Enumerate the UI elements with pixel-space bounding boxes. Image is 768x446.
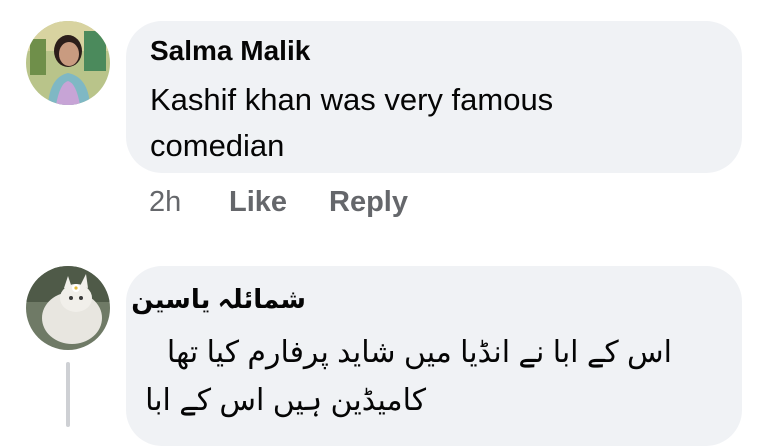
- comment-timestamp[interactable]: 2h: [149, 186, 181, 219]
- comment-text-line: اس کے ابا نے انڈیا میں شاید پرفارم کیا ت…: [166, 336, 672, 369]
- profile-photo-icon: [26, 266, 110, 350]
- reply-button[interactable]: Reply: [329, 186, 408, 219]
- comment-bubble: شمائلہ یاسین اس کے ابا نے انڈیا میں شاید…: [126, 266, 742, 446]
- comment-text-line: کامیڈین ہیں اس کے ابا: [145, 384, 426, 417]
- comment-author[interactable]: Salma Malik: [150, 35, 310, 67]
- comment-bubble: Salma Malik Kashif khan was very famous …: [126, 21, 742, 173]
- avatar[interactable]: [26, 266, 110, 350]
- comment-author[interactable]: شمائلہ یاسین: [131, 284, 306, 315]
- like-button[interactable]: Like: [229, 186, 287, 219]
- avatar[interactable]: [26, 21, 110, 105]
- thread-connector-line: [66, 362, 70, 427]
- profile-photo-icon: [26, 21, 110, 105]
- comment-text: Kashif khan was very famous comedian: [150, 82, 554, 163]
